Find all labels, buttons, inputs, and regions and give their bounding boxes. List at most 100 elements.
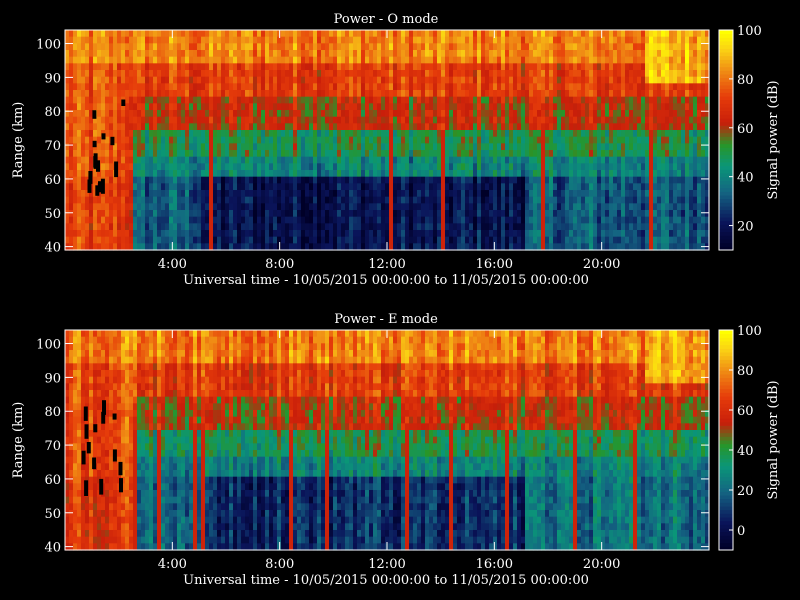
- heatmap-cell: [509, 210, 514, 218]
- heatmap-cell: [325, 76, 330, 84]
- heatmap-cell: [321, 190, 326, 198]
- heatmap-cell: [297, 63, 302, 71]
- heatmap-cell: [297, 56, 302, 64]
- heatmap-cell: [645, 150, 650, 158]
- heatmap-cell: [109, 83, 114, 91]
- heatmap-cell: [297, 230, 302, 238]
- heatmap-cell: [649, 50, 654, 58]
- heatmap-cell: [469, 110, 474, 118]
- heatmap-cell: [585, 230, 590, 238]
- heatmap-cell: [633, 70, 638, 78]
- heatmap-cell: [365, 36, 370, 44]
- heatmap-cell: [533, 183, 538, 191]
- heatmap-cell: [253, 176, 258, 184]
- heatmap-cell: [81, 183, 86, 191]
- heatmap-cell: [601, 223, 606, 231]
- heatmap-cell: [485, 110, 490, 118]
- heatmap-cell: [349, 196, 354, 204]
- heatmap-cell: [109, 96, 114, 104]
- heatmap-cell: [141, 70, 146, 78]
- heatmap-cell: [545, 183, 550, 191]
- heatmap-cell: [549, 216, 554, 224]
- heatmap-cell: [357, 203, 362, 211]
- heatmap-cell: [385, 143, 390, 151]
- heatmap-cell: [373, 203, 378, 211]
- heatmap-cell: [385, 70, 390, 78]
- heatmap-cell: [441, 196, 446, 204]
- heatmap-cell: [133, 163, 138, 171]
- heatmap-cell: [273, 96, 278, 104]
- heatmap-cell: [625, 150, 630, 158]
- heatmap-cell: [625, 183, 630, 191]
- heatmap-cell: [213, 223, 218, 231]
- heatmap-cell: [257, 150, 262, 158]
- heatmap-cell: [77, 83, 82, 91]
- heatmap-cell: [305, 76, 310, 84]
- heatmap-cell: [633, 210, 638, 218]
- heatmap-cell: [341, 70, 346, 78]
- heatmap-cell: [609, 43, 614, 51]
- heatmap-cell: [193, 30, 198, 38]
- heatmap-cell: [565, 223, 570, 231]
- heatmap-cell: [373, 123, 378, 131]
- heatmap-cell: [101, 216, 106, 224]
- heatmap-cell: [485, 123, 490, 131]
- heatmap-cell: [485, 176, 490, 184]
- heatmap-cell: [425, 90, 430, 98]
- heatmap-cell: [437, 56, 442, 64]
- heatmap-cell: [357, 150, 362, 158]
- heatmap-cell: [265, 223, 270, 231]
- heatmap-cell: [289, 136, 294, 144]
- heatmap-cell: [665, 150, 670, 158]
- heatmap-cell: [473, 156, 478, 164]
- heatmap-cell: [645, 163, 650, 171]
- heatmap-cell: [305, 216, 310, 224]
- heatmap-cell: [173, 203, 178, 211]
- heatmap-cell: [489, 210, 494, 218]
- heatmap-cell: [365, 163, 370, 171]
- heatmap-cell: [637, 230, 642, 238]
- heatmap-cell: [485, 236, 490, 244]
- heatmap-cell: [305, 143, 310, 151]
- heatmap-cell: [401, 123, 406, 131]
- heatmap-cell: [189, 203, 194, 211]
- heatmap-cell: [353, 83, 358, 91]
- heatmap-cell: [333, 90, 338, 98]
- heatmap-cell: [165, 150, 170, 158]
- heatmap-cell: [649, 76, 654, 84]
- heatmap-cell: [341, 190, 346, 198]
- heatmap-cell: [577, 163, 582, 171]
- heatmap-cell: [257, 43, 262, 51]
- heatmap-cell: [389, 56, 394, 64]
- heatmap-cell: [545, 176, 550, 184]
- heatmap-cell: [309, 176, 314, 184]
- heatmap-cell: [165, 96, 170, 104]
- heatmap-cell: [501, 176, 506, 184]
- heatmap-cell: [429, 96, 434, 104]
- heatmap-cell: [73, 96, 78, 104]
- heatmap-cell: [457, 150, 462, 158]
- heatmap-cell: [181, 123, 186, 131]
- heatmap-cell: [473, 70, 478, 78]
- heatmap-cell: [505, 103, 510, 111]
- heatmap-cell: [541, 43, 546, 51]
- heatmap-cell: [561, 130, 566, 138]
- heatmap-cell: [73, 216, 78, 224]
- heatmap-cell: [145, 83, 150, 91]
- heatmap-cell: [237, 36, 242, 44]
- heatmap-cell: [241, 63, 246, 71]
- heatmap-cell: [661, 230, 666, 238]
- heatmap-cell: [301, 123, 306, 131]
- heatmap-cell: [225, 230, 230, 238]
- heatmap-cell: [393, 230, 398, 238]
- heatmap-cell: [105, 43, 110, 51]
- heatmap-cell: [489, 170, 494, 178]
- heatmap-cell: [289, 56, 294, 64]
- heatmap-cell: [117, 143, 122, 151]
- heatmap-cell: [261, 56, 266, 64]
- heatmap-cell: [317, 150, 322, 158]
- heatmap-cell: [309, 76, 314, 84]
- heatmap-cell: [561, 163, 566, 171]
- heatmap-cell: [437, 236, 442, 244]
- heatmap-cell: [389, 196, 394, 204]
